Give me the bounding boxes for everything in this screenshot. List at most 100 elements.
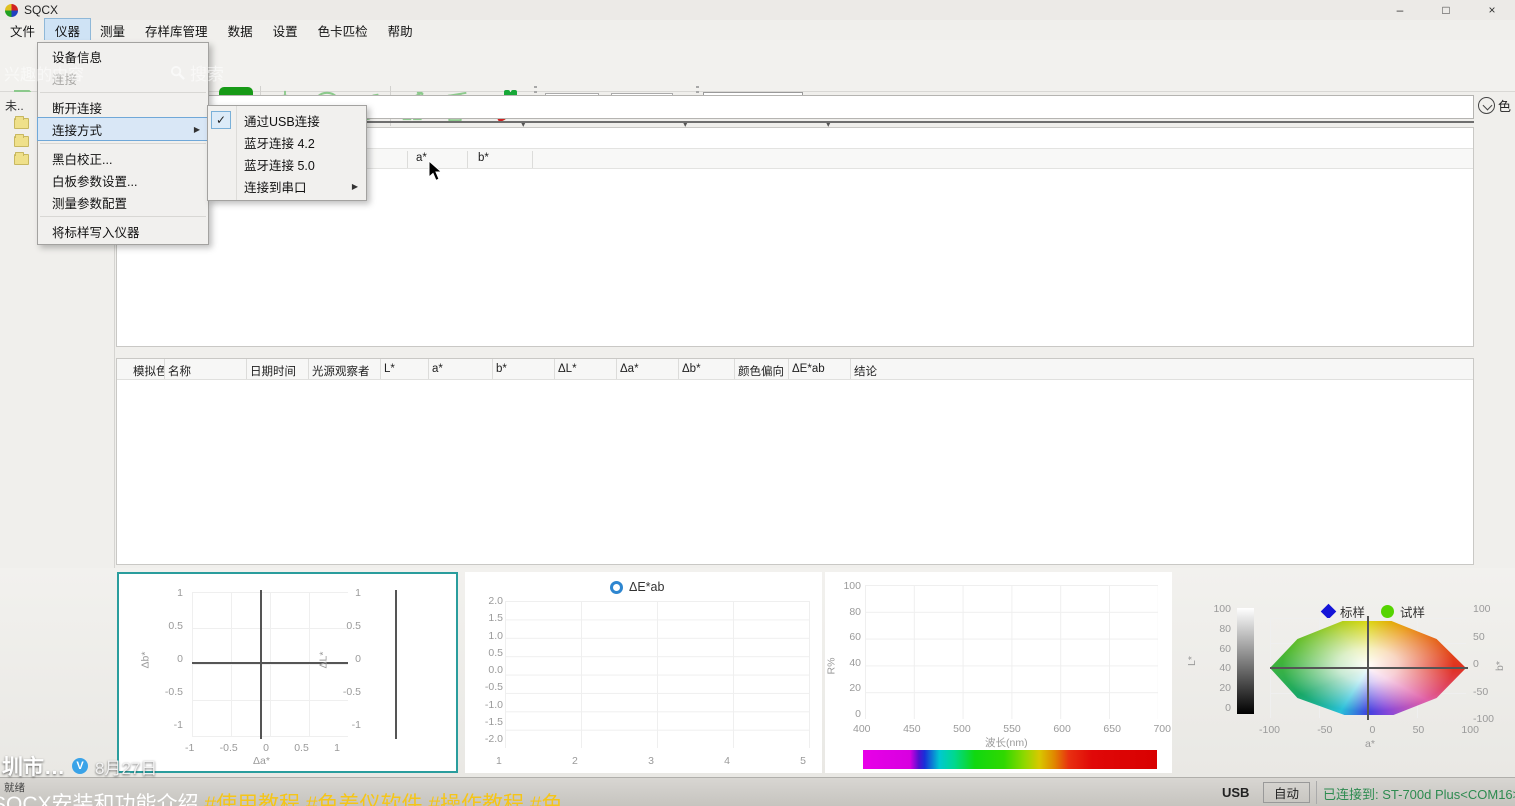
column-header[interactable]: 光源观察者: [309, 359, 381, 379]
tick-label: 2.0: [488, 595, 503, 607]
menu-item-whiteboard-params[interactable]: 白板参数设置...: [38, 169, 208, 191]
video-watermark-text: 兴趣的内容: [4, 61, 84, 85]
a-axis-label: a*: [1365, 738, 1375, 750]
folder-icon[interactable]: [14, 154, 29, 165]
caption-tags: #使用教程 #色差仪软件 #操作教程 #色: [199, 793, 563, 806]
tick-label: -2.0: [485, 733, 503, 745]
menu-item-measure-params[interactable]: 测量参数配置: [38, 191, 208, 213]
column-header[interactable]: 名称: [165, 359, 247, 379]
verified-badge-icon: V: [72, 758, 88, 774]
column-header[interactable]: 结论: [851, 359, 971, 379]
a-axis-line: [1270, 667, 1468, 669]
tick-label: 100: [843, 580, 861, 592]
search-icon: [170, 65, 185, 80]
folder-icon[interactable]: [14, 136, 29, 147]
status-auto-toggle[interactable]: 自动: [1263, 782, 1310, 803]
column-header-b[interactable]: b*: [478, 152, 489, 164]
tick-label: 100: [1461, 724, 1479, 736]
tick-label: 1.0: [488, 630, 503, 642]
tree-root-node[interactable]: 未..: [5, 97, 24, 114]
menu-colorcard-match[interactable]: 色卡匹检: [308, 19, 378, 42]
submenu-arrow-icon: ▶: [352, 182, 358, 191]
app-window: SQCX – □ × 文件 仪器 测量 存样库管理 数据 设置 色卡匹检 帮助 …: [0, 0, 1515, 806]
menu-help[interactable]: 帮助: [378, 19, 423, 42]
y-axis-label: Δb*: [139, 652, 151, 669]
column-header[interactable]: Δa*: [617, 359, 679, 379]
tick-label: 50: [1473, 631, 1485, 643]
tick-label: -1: [352, 719, 361, 731]
titlebar: SQCX – □ ×: [0, 0, 1515, 20]
video-caption-overlay: SQCX安装和功能介绍 #使用教程 #色差仪软件 #操作教程 #色: [0, 788, 760, 806]
delta-l-axis-line: [395, 590, 397, 739]
column-header[interactable]: b*: [493, 359, 555, 379]
lab-space-chart-panel[interactable]: 标样 试样 100806040200 L* -100-50050100 a* 1…: [1175, 572, 1507, 773]
column-header-a[interactable]: a*: [416, 152, 427, 164]
tick-label: 80: [849, 606, 861, 618]
results-table-header: 模拟色名称日期时间光源观察者L*a*b*ΔL*Δa*Δb*颜色偏向ΔE*ab结论: [117, 359, 1473, 380]
tick-label: 50: [1413, 724, 1425, 736]
submenu-item-bt42[interactable]: 蓝牙连接 4.2: [208, 131, 366, 153]
delta-e-chart-panel[interactable]: ΔE*ab 2.01.51.00.50.0-0.5-1.0-1.5-2.0 12…: [465, 572, 822, 773]
column-header[interactable]: a*: [429, 359, 493, 379]
b-axis-line: [1367, 616, 1369, 720]
submenu-item-usb[interactable]: ✓ 通过USB连接: [208, 109, 366, 131]
menu-item-connection-mode[interactable]: 连接方式 ▶: [38, 118, 208, 140]
tick-label: -0.5: [343, 686, 361, 698]
tick-label: 0: [1370, 724, 1376, 736]
x-axis-label: Δa*: [253, 755, 270, 767]
tick-label: 3: [648, 755, 654, 767]
tick-label: 0.0: [488, 664, 503, 676]
menu-item-write-standard[interactable]: 将标样写入仪器: [38, 220, 208, 242]
tick-label: 0.5: [488, 647, 503, 659]
tick-label: -1.5: [485, 716, 503, 728]
tick-label: 100: [1473, 603, 1491, 615]
maximize-button[interactable]: □: [1423, 0, 1469, 20]
l-axis-label: L*: [1186, 656, 1198, 666]
column-header[interactable]: ΔE*ab: [789, 359, 851, 379]
chevron-down-circle-icon[interactable]: [1478, 97, 1495, 114]
toolbar: PDF: [0, 40, 1515, 92]
menu-file[interactable]: 文件: [0, 19, 45, 42]
column-header[interactable]: 模拟色: [130, 359, 165, 379]
close-button[interactable]: ×: [1469, 0, 1515, 20]
minimize-button[interactable]: –: [1377, 0, 1423, 20]
standard-marker-icon: [1321, 604, 1337, 620]
menu-instrument[interactable]: 仪器: [45, 19, 90, 42]
menu-item-bw-calibration[interactable]: 黑白校正...: [38, 147, 208, 169]
tick-label: 0: [355, 653, 361, 665]
menu-settings[interactable]: 设置: [263, 19, 308, 42]
delta-ab-chart-panel[interactable]: 10.50-0.5-1 Δb* -1-0.500.51 Δa* 10.50-0.…: [117, 572, 458, 773]
tick-label: 0: [177, 653, 183, 665]
tick-label: 0.5: [294, 742, 309, 754]
spectrum-colorbar: [863, 750, 1157, 769]
tick-label: 0.5: [168, 620, 183, 632]
y-axis-label: ΔL*: [317, 652, 329, 669]
menu-item-disconnect[interactable]: 断开连接: [38, 96, 208, 118]
menu-data[interactable]: 数据: [218, 19, 263, 42]
menu-sample-library[interactable]: 存样库管理: [135, 19, 218, 42]
collapse-panel-widget[interactable]: 色: [1478, 96, 1511, 115]
column-header[interactable]: ΔL*: [555, 359, 617, 379]
menubar: 文件 仪器 测量 存样库管理 数据 设置 色卡匹检 帮助: [0, 20, 1515, 40]
folder-icon[interactable]: [14, 118, 29, 129]
submenu-item-bt50[interactable]: 蓝牙连接 5.0: [208, 153, 366, 175]
tick-label: -1: [174, 719, 183, 731]
submenu-item-serial[interactable]: 连接到串口 ▶: [208, 175, 366, 197]
tick-label: 1: [177, 587, 183, 599]
menu-measure[interactable]: 测量: [90, 19, 135, 42]
column-header[interactable]: 日期时间: [247, 359, 309, 379]
tick-label: -50: [1473, 686, 1488, 698]
tick-label: -1.0: [485, 699, 503, 711]
column-header[interactable]: Δb*: [679, 359, 735, 379]
column-header[interactable]: L*: [381, 359, 429, 379]
video-watermark-search: 搜索: [170, 60, 224, 85]
tick-label: 0.5: [346, 620, 361, 632]
spectrum-chart-panel[interactable]: 100806040200 R% 400450500550600650700 波长…: [825, 572, 1172, 773]
tick-label: 80: [1219, 623, 1231, 635]
delta-e-marker-icon: [610, 581, 623, 594]
tick-label: 1.5: [488, 612, 503, 624]
tick-label: -1: [185, 742, 194, 754]
y-axis-label: R%: [825, 658, 837, 675]
tick-label: 450: [903, 723, 921, 735]
column-header[interactable]: 颜色偏向: [735, 359, 789, 379]
